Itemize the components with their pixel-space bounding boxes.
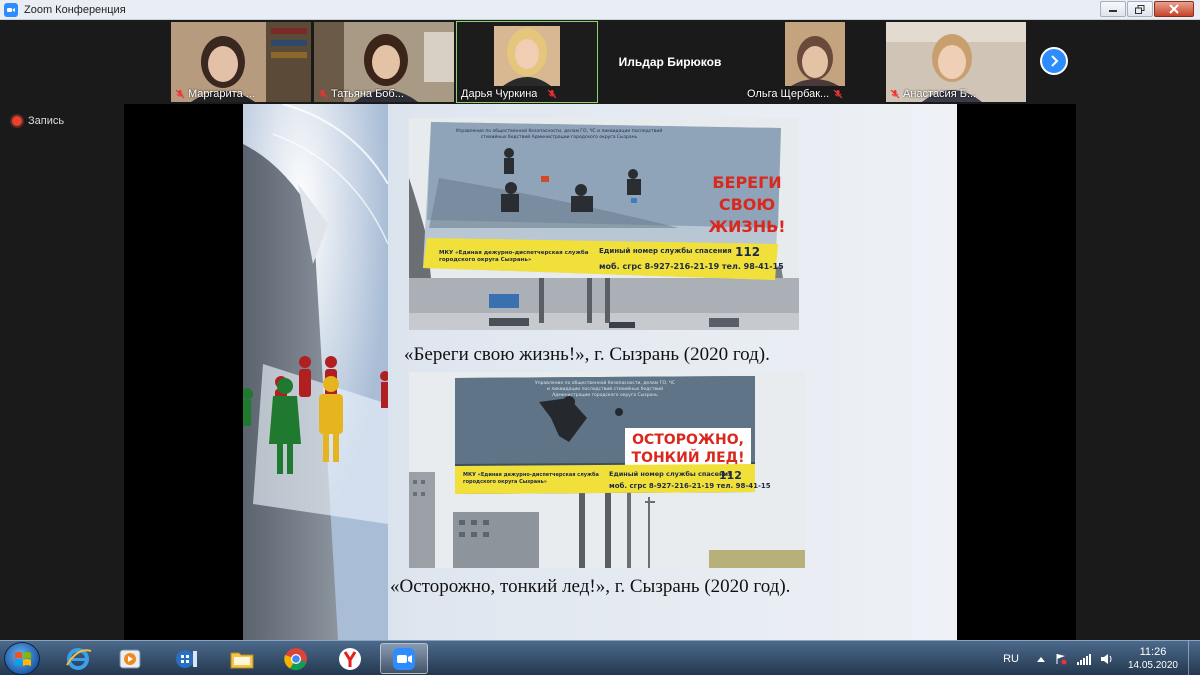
svg-text:112: 112: [719, 469, 742, 482]
folder-icon: [230, 652, 254, 668]
participant-name: Татьяна Боб...: [331, 88, 404, 100]
record-icon: [12, 116, 22, 126]
svg-text:ОСТОРОЖНО,: ОСТОРОЖНО,: [632, 432, 744, 448]
svg-text:МКУ «Единая дежурно-диспетчерс: МКУ «Единая дежурно-диспетчерская служба: [463, 471, 599, 478]
media-center-icon: [176, 649, 197, 668]
svg-text:моб. сгрс 8-927-216-21-19 тел: моб. сгрс 8-927-216-21-19 тел. 98-41-15: [609, 482, 771, 490]
minimize-icon: [1109, 10, 1117, 12]
restore-button[interactable]: [1127, 1, 1153, 17]
zoom-app-icon: [4, 2, 18, 17]
participant-name: Дарья Чуркина: [461, 88, 538, 100]
participant-name: Маргарита ...: [188, 88, 255, 100]
billboard-photo-1: Управление по общественной безопасности,…: [409, 118, 799, 330]
zoom-window: Zoom Конференция Маргарита ... Татьяна Б…: [0, 0, 1200, 675]
recording-label: Запись: [28, 115, 65, 127]
media-player-icon: [119, 649, 141, 668]
slide-decoration-image: [243, 104, 388, 640]
mic-muted-icon: [890, 89, 900, 99]
close-button[interactable]: [1154, 1, 1194, 17]
taskbar-yandex-browser[interactable]: [326, 643, 374, 674]
mic-muted-icon: [833, 89, 843, 99]
taskbar-internet-explorer[interactable]: [54, 643, 102, 674]
participant-tile[interactable]: Маргарита ...: [171, 22, 311, 102]
yandex-browser-icon: [339, 647, 361, 670]
restore-icon: [1135, 4, 1145, 14]
network-icon[interactable]: [1077, 653, 1091, 665]
participant-name: Ильдар Бирюков: [618, 55, 722, 69]
mic-muted-icon: [175, 89, 185, 99]
svg-text:112: 112: [735, 245, 760, 259]
svg-text:Единый номер службы спасения: Единый номер службы спасения: [609, 470, 732, 478]
taskbar-file-explorer[interactable]: [218, 643, 266, 674]
minimize-button[interactable]: [1100, 1, 1126, 17]
mic-muted-icon: [547, 89, 557, 99]
svg-text:Управление по общественной без: Управление по общественной безопасности,…: [535, 379, 675, 386]
participant-tile-active-speaker[interactable]: Дарья Чуркина: [456, 21, 598, 103]
svg-text:ТОНКИЙ ЛЕД!: ТОНКИЙ ЛЕД!: [632, 449, 745, 466]
slide-caption-1: «Береги свою жизнь!», г. Сызрань (2020 г…: [404, 344, 770, 365]
zoom-icon: [393, 647, 415, 670]
window-title: Zoom Конференция: [24, 3, 126, 16]
show-desktop-button[interactable]: [1188, 641, 1200, 675]
billboard-photo-1-scene: Управление по общественной безопасности,…: [409, 118, 799, 330]
svg-text:ЖИЗНЬ!: ЖИЗНЬ!: [708, 217, 785, 236]
svg-text:моб. сгрс 8-927-216-21-19 тел: моб. сгрс 8-927-216-21-19 тел. 98-41-15: [599, 261, 784, 271]
svg-text:Администрации городского округ: Администрации городского округа Сызрань: [552, 392, 658, 398]
billboard-photo-2-scene: Управление по общественной безопасности,…: [409, 372, 805, 568]
svg-text:Единый номер службы спасения: Единый номер службы спасения: [599, 247, 732, 255]
recording-indicator[interactable]: Запись: [12, 115, 64, 127]
svg-text:городского округа Сызрань»: городского округа Сызрань»: [439, 257, 532, 263]
chevron-up-icon: [1037, 656, 1045, 662]
participant-tile[interactable]: Ильдар Бирюков: [600, 22, 740, 102]
svg-text:городского округа Сызрань»: городского округа Сызрань»: [463, 479, 547, 485]
internet-explorer-icon: [66, 647, 92, 670]
close-icon: [1169, 4, 1179, 14]
svg-text:стихийных бедствий Администрац: стихийных бедствий Администрации городск…: [481, 133, 638, 140]
svg-text:МКУ «Единая дежурно-диспетчерс: МКУ «Единая дежурно-диспетчерская служба: [439, 249, 589, 256]
language-indicator[interactable]: RU: [1003, 653, 1019, 665]
presentation-slide: Управление по общественной безопасности,…: [243, 104, 957, 640]
svg-text:СВОЮ: СВОЮ: [719, 195, 775, 214]
svg-text:Управление по общественной без: Управление по общественной безопасности,…: [456, 127, 663, 134]
participant-name: Ольга Щербак...: [747, 88, 830, 100]
mic-muted-icon: [318, 89, 328, 99]
start-button[interactable]: [4, 642, 40, 675]
taskbar-media-player[interactable]: [106, 643, 154, 674]
taskbar-google-chrome[interactable]: [272, 643, 320, 674]
windows-taskbar: RU 11:26 14.05.2020: [0, 640, 1200, 675]
participant-tile[interactable]: Татьяна Боб...: [314, 22, 454, 102]
participant-tile[interactable]: Анастасия Б...: [886, 22, 1026, 102]
participant-tile[interactable]: Ольга Щербак...: [743, 22, 883, 102]
taskbar-media-center[interactable]: [162, 643, 210, 674]
taskbar-clock[interactable]: 11:26 14.05.2020: [1128, 646, 1178, 672]
windows-logo-icon: [15, 652, 31, 666]
participant-name: Анастасия Б...: [903, 88, 977, 100]
next-page-button[interactable]: [1040, 47, 1068, 75]
taskbar-zoom[interactable]: [380, 643, 428, 674]
participant-strip: Маргарита ... Татьяна Боб... Дарья Чурки…: [0, 20, 1200, 104]
clock-date: 14.05.2020: [1127, 660, 1178, 671]
billboard-photo-2: Управление по общественной безопасности,…: [409, 372, 805, 568]
volume-icon[interactable]: [1101, 653, 1114, 665]
title-bar: Zoom Конференция: [0, 0, 1200, 20]
svg-text:и ликвидации последствий стихи: и ликвидации последствий стихийных бедст…: [547, 385, 663, 392]
chevron-right-icon: [1051, 55, 1059, 67]
action-center-icon[interactable]: [1055, 653, 1067, 665]
chrome-icon: [284, 647, 307, 670]
slide-caption-2: «Осторожно, тонкий лед!», г. Сызрань (20…: [390, 576, 791, 597]
clock-time: 11:26: [1139, 646, 1167, 658]
svg-text:БЕРЕГИ: БЕРЕГИ: [712, 173, 781, 192]
show-hidden-icons-button[interactable]: [1037, 656, 1045, 662]
